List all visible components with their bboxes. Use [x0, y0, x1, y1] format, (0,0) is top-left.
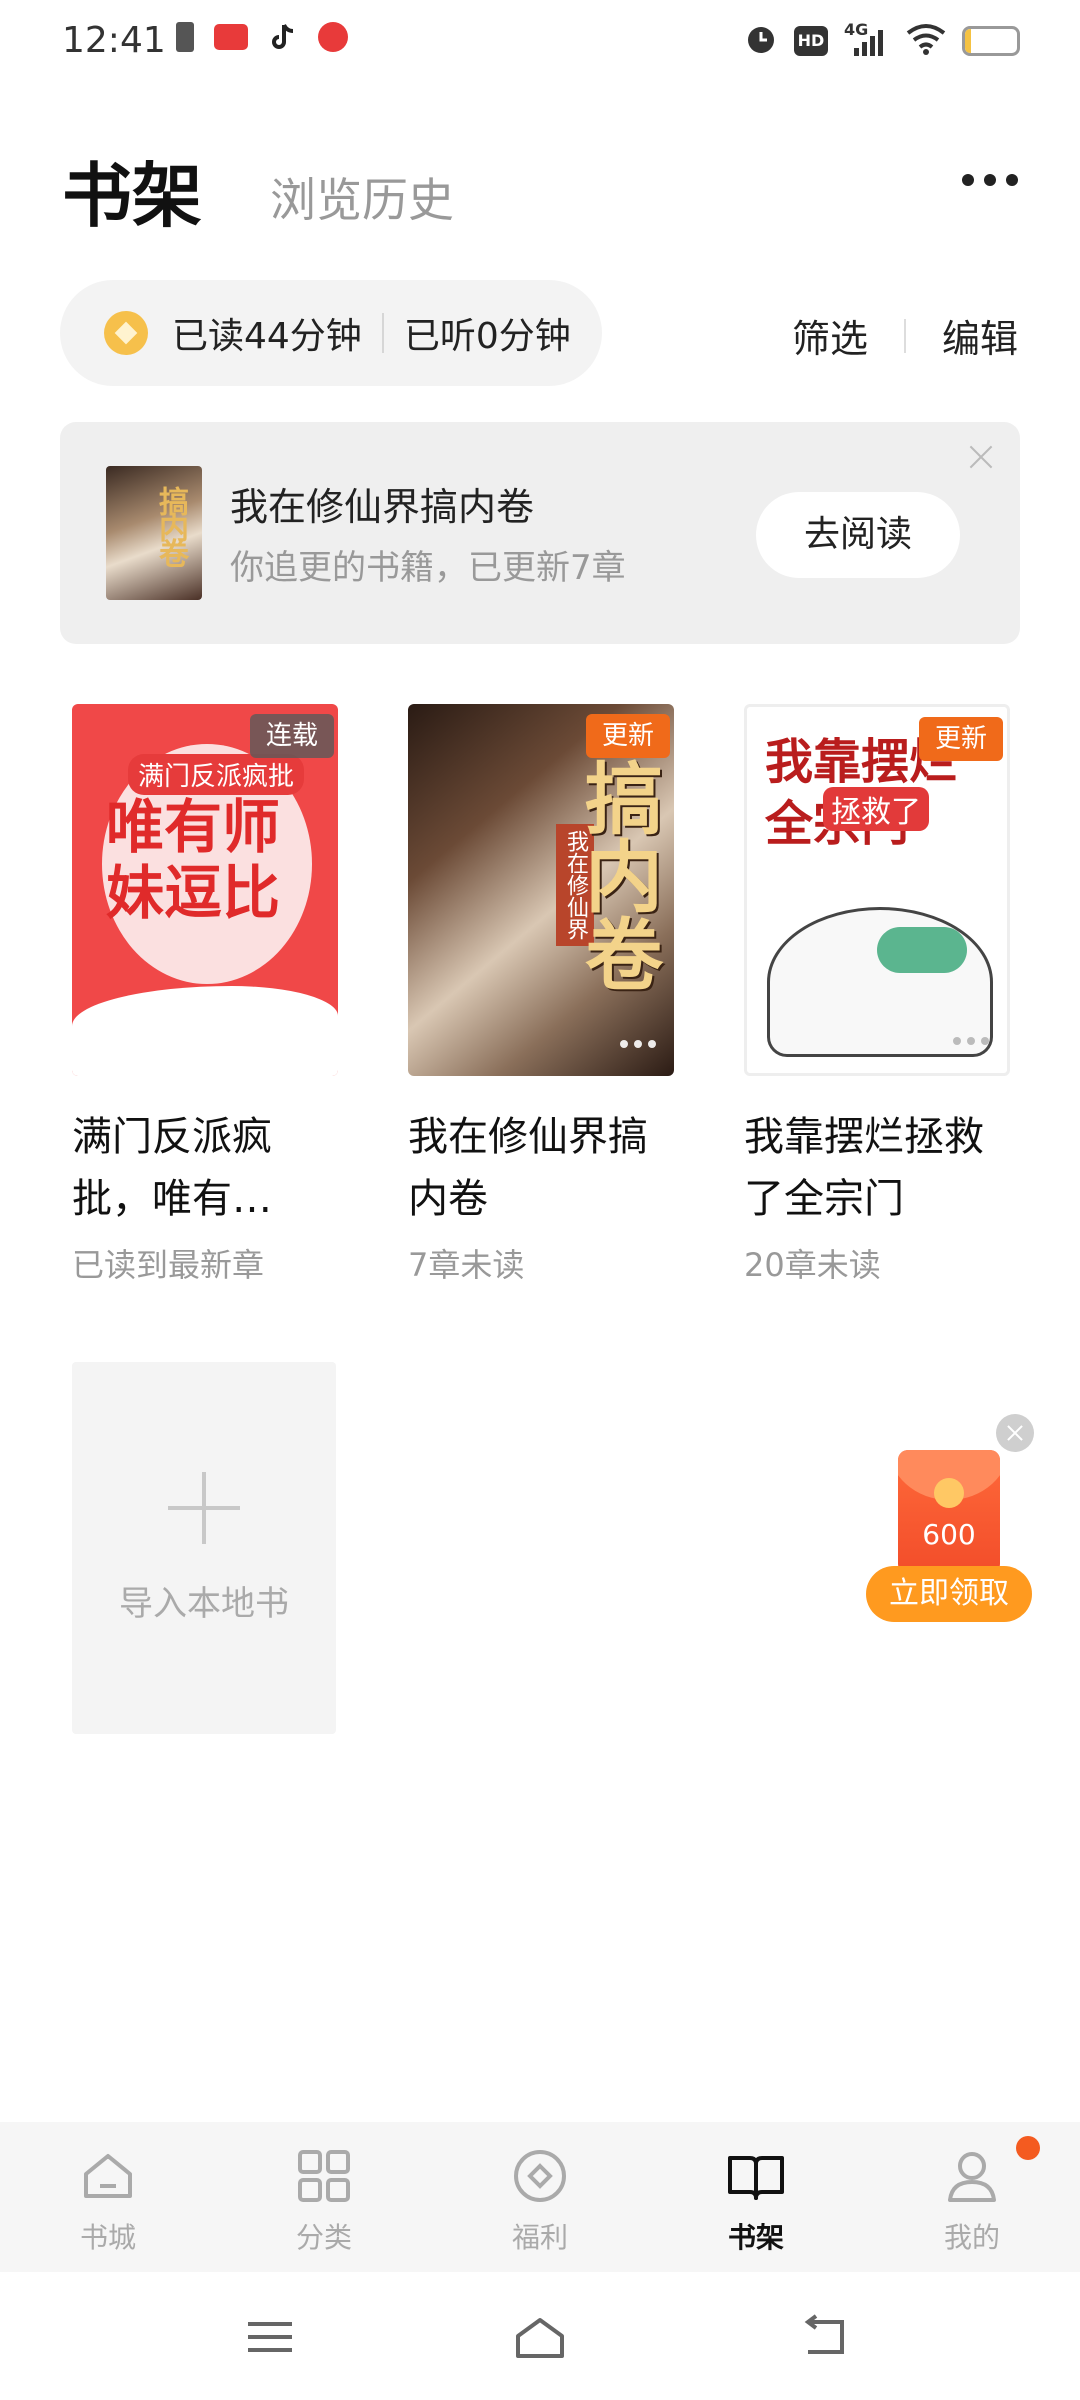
coin-icon	[508, 2144, 572, 2208]
reading-stats-pill[interactable]: 已读44分钟 已听0分钟	[60, 280, 602, 386]
actions-divider	[903, 318, 906, 353]
book-cover[interactable]: 满门反派疯批 唯有师妹逗比 连载	[72, 704, 338, 1076]
signal-4g-icon: 4G	[844, 20, 890, 58]
profile-icon	[940, 2144, 1004, 2208]
book-read-status: 7章未读	[408, 1246, 525, 1284]
book-title: 我靠摆烂拯救了全宗门	[744, 1114, 984, 1222]
banner-book-title: 我在修仙界搞内卷	[230, 485, 535, 529]
home-icon	[76, 2144, 140, 2208]
hd-icon: HD	[794, 26, 828, 56]
book-item[interactable]: 我靠摆烂全宗门 拯救了 更新 我靠摆烂拯救了全宗门 20章未读	[744, 704, 1010, 1286]
status-time: 12:41	[62, 20, 166, 61]
filter-button[interactable]: 筛选	[792, 308, 868, 363]
book-item[interactable]: 满门反派疯批 唯有师妹逗比 连载 满门反派疯批，唯有… 已读到最新章	[72, 704, 338, 1286]
claim-now-button[interactable]: 立即领取	[866, 1566, 1032, 1622]
page-title[interactable]: 书架	[62, 140, 202, 241]
battery-level: 12	[977, 29, 1005, 53]
book-read-status: 已读到最新章	[72, 1246, 265, 1284]
nav-item-bookshelf[interactable]: 书架	[648, 2122, 864, 2272]
book-icon	[724, 2144, 788, 2208]
nav-label: 我的	[943, 2221, 1000, 2254]
back-icon[interactable]	[796, 2312, 856, 2362]
status-bar: 12:41 HD 4G 12	[0, 0, 1080, 90]
toutiao-icon	[214, 24, 248, 50]
book-cover[interactable]: 我在修仙界 搞内卷 更新	[408, 704, 674, 1076]
status-badge: 更新	[585, 714, 670, 758]
import-local-book-button[interactable]: 导入本地书	[72, 1362, 336, 1734]
notification-dot	[1016, 2136, 1040, 2160]
red-packet-close-icon[interactable]	[996, 1414, 1034, 1452]
book-title: 我在修仙界搞内卷	[408, 1114, 648, 1222]
book-title: 满门反派疯批，唯有…	[72, 1114, 272, 1222]
plus-icon	[168, 1472, 240, 1544]
bottom-nav: 书城 分类 福利 书架 我的	[0, 2122, 1080, 2272]
message-icon	[318, 22, 348, 52]
nav-item-category[interactable]: 分类	[216, 2122, 432, 2272]
status-icons-right: HD 4G 12	[744, 20, 1020, 60]
red-packet-amount: 600	[922, 1518, 976, 1551]
wifi-icon	[906, 23, 946, 59]
coin-icon	[104, 311, 148, 355]
status-icons-left	[176, 22, 348, 52]
banner-cover-title: 搞内卷	[153, 486, 188, 564]
home-button-icon[interactable]	[510, 2312, 570, 2362]
menu-icon[interactable]	[240, 2312, 300, 2362]
more-dots-icon[interactable]	[620, 1040, 656, 1048]
tab-browse-history[interactable]: 浏览历史	[270, 164, 454, 230]
more-menu-icon[interactable]	[962, 174, 1018, 186]
alarm-icon	[744, 22, 778, 60]
book-cover[interactable]: 我靠摆烂全宗门 拯救了 更新	[744, 704, 1010, 1076]
update-banner[interactable]: 搞内卷 我在修仙界搞内卷 你追更的书籍，已更新7章 去阅读	[60, 422, 1020, 644]
status-badge: 连载	[249, 714, 334, 758]
system-nav-bar	[0, 2272, 1080, 2400]
nav-label: 书城	[79, 2221, 136, 2254]
banner-subtitle: 你追更的书籍，已更新7章	[230, 548, 626, 588]
nav-item-mine[interactable]: 我的	[864, 2122, 1080, 2272]
nav-label: 福利	[511, 2221, 568, 2254]
battery-saver-icon	[176, 22, 194, 52]
more-dots-icon[interactable]	[953, 1037, 989, 1045]
cover-text: 满门反派疯批	[128, 754, 305, 795]
cover-text: 搞内卷	[572, 758, 662, 992]
edit-button[interactable]: 编辑	[942, 308, 1018, 363]
tiktok-icon	[268, 22, 298, 52]
nav-label: 书架	[727, 2221, 784, 2254]
nav-item-welfare[interactable]: 福利	[432, 2122, 648, 2272]
grid-icon	[292, 2144, 356, 2208]
nav-item-bookstore[interactable]: 书城	[0, 2122, 216, 2272]
read-time-label: 已读44分钟	[172, 316, 362, 357]
go-read-button[interactable]: 去阅读	[756, 492, 960, 578]
banner-book-cover: 搞内卷	[106, 466, 202, 600]
import-label: 导入本地书	[119, 1584, 289, 1624]
listen-time-label: 已听0分钟	[403, 316, 571, 357]
book-item[interactable]: 我在修仙界 搞内卷 更新 我在修仙界搞内卷 7章未读	[408, 704, 674, 1286]
status-badge: 更新	[918, 717, 1003, 761]
red-packet-icon[interactable]: 600	[898, 1450, 1000, 1574]
cover-text: 拯救了	[823, 787, 929, 831]
book-read-status: 20章未读	[744, 1246, 881, 1284]
banner-close-icon[interactable]	[964, 440, 998, 474]
battery-indicator: 12	[962, 26, 1020, 56]
stats-divider	[381, 313, 384, 353]
nav-label: 分类	[295, 2221, 352, 2254]
more-dots-icon[interactable]	[284, 1040, 320, 1048]
shelf-actions: 筛选 编辑	[792, 308, 1018, 363]
cover-text: 唯有师妹逗比	[106, 793, 281, 927]
